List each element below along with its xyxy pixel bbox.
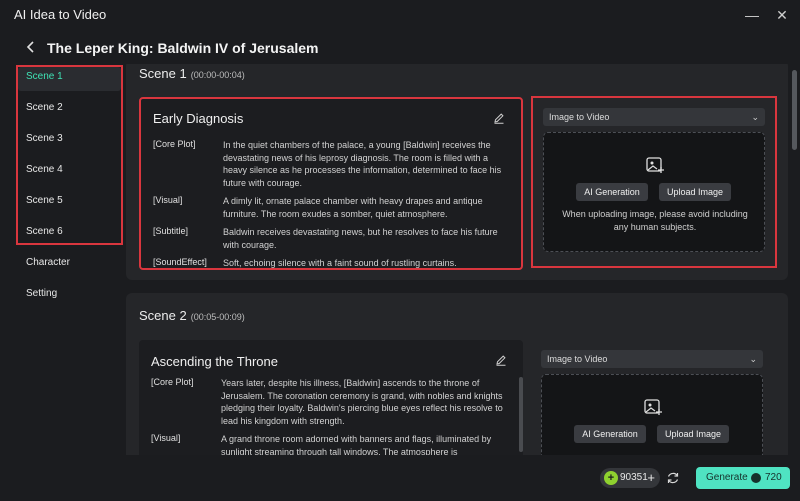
media-panel: Image to Video ⌄ AI Generation Upload Im… (531, 340, 777, 455)
ai-generation-button[interactable]: AI Generation (576, 183, 648, 201)
close-icon[interactable]: ✕ (772, 5, 792, 25)
upload-hint: When uploading image, please avoid inclu… (562, 209, 748, 232)
page-header: The Leper King: Baldwin IV of Jerusalem (0, 36, 800, 62)
row-label: [Visual] (151, 433, 181, 443)
footer-bar: + 90351 + Generate 720 (0, 455, 800, 501)
row-text[interactable]: A dimly lit, ornate palace chamber with … (223, 195, 513, 220)
scene-title: Scene 2 (139, 308, 187, 323)
story-box: Ascending the Throne [Core Plot] Years l… (139, 340, 523, 455)
media-panel: Image to Video ⌄ AI Generation Upload Im… (531, 96, 777, 268)
refresh-icon[interactable] (666, 471, 680, 485)
title-bar: AI Idea to Video — ✕ (0, 0, 800, 30)
minimize-icon[interactable]: — (742, 5, 762, 25)
add-credits-icon[interactable]: + (647, 468, 655, 488)
row-label: [Core Plot] (153, 139, 196, 149)
sidebar-item-character[interactable]: Character (26, 251, 70, 275)
row-label: [SoundEffect] (153, 257, 207, 267)
sidebar-item-scene-5[interactable]: Scene 5 (26, 189, 63, 213)
add-image-icon (644, 399, 662, 415)
story-title: Ascending the Throne (151, 354, 278, 369)
row-label: [Visual] (153, 195, 183, 205)
sidebar-item-scene-4[interactable]: Scene 4 (26, 158, 63, 182)
row-text[interactable]: A grand throne room adorned with banners… (221, 433, 511, 455)
chevron-down-icon: ⌄ (751, 112, 759, 122)
sidebar-item-scene-1[interactable]: Scene 1 (26, 65, 63, 89)
sidebar-item-scene-2[interactable]: Scene 2 (26, 96, 63, 120)
story-scrollbar[interactable] (519, 377, 523, 452)
image-drop-zone[interactable]: AI Generation Upload Image (541, 374, 763, 455)
sidebar-item-scene-3[interactable]: Scene 3 (26, 127, 63, 151)
upload-image-button[interactable]: Upload Image (657, 425, 729, 443)
row-text[interactable]: Soft, echoing silence with a faint sound… (223, 257, 513, 270)
scene-time: (00:00-00:04) (190, 70, 245, 80)
media-mode-value: Image to Video (547, 354, 608, 364)
credit-coin-icon: + (604, 471, 618, 485)
sidebar-item-scene-6[interactable]: Scene 6 (26, 220, 63, 244)
scene-card: Scene 2 (00:05-00:09) Ascending the Thron… (126, 293, 788, 455)
row-label: [Subtitle] (153, 226, 189, 236)
scene-heading: Scene 2 (00:05-00:09) (139, 308, 245, 323)
row-text[interactable]: Baldwin receives devastating news, but h… (223, 226, 513, 251)
scene-time: (00:05-00:09) (190, 312, 245, 322)
credits-badge[interactable]: + 90351 + (600, 468, 660, 488)
image-drop-zone[interactable]: AI Generation Upload Image When uploadin… (543, 132, 765, 252)
media-mode-select[interactable]: Image to Video ⌄ (541, 350, 763, 368)
row-label: [Core Plot] (151, 377, 194, 387)
ai-generation-button[interactable]: AI Generation (574, 425, 646, 443)
story-box: Early Diagnosis [Core Plot] In the quiet… (139, 97, 523, 270)
media-mode-select[interactable]: Image to Video ⌄ (543, 108, 765, 126)
chevron-down-icon: ⌄ (749, 354, 757, 364)
scene-card: Scene 1 (00:00-00:04) Early Diagnosis [Co… (126, 64, 788, 280)
app-title: AI Idea to Video (14, 7, 107, 22)
edit-icon[interactable] (495, 354, 507, 366)
credit-cost-icon (751, 473, 761, 483)
story-title: Early Diagnosis (153, 111, 244, 126)
credits-value: 90351 (620, 472, 648, 483)
sidebar-item-setting[interactable]: Setting (26, 282, 57, 306)
content-scrollbar[interactable] (792, 70, 797, 150)
media-mode-value: Image to Video (549, 112, 610, 122)
generate-label: Generate (706, 472, 748, 483)
scene-content[interactable]: Scene 1 (00:00-00:04) Early Diagnosis [Co… (126, 64, 790, 455)
edit-icon[interactable] (493, 112, 505, 124)
page-title: The Leper King: Baldwin IV of Jerusalem (47, 40, 319, 56)
add-image-icon (646, 157, 664, 173)
scene-title: Scene 1 (139, 66, 187, 81)
row-text[interactable]: In the quiet chambers of the palace, a y… (223, 139, 513, 189)
scene-list-highlight (16, 65, 123, 245)
scene-heading: Scene 1 (00:00-00:04) (139, 66, 245, 81)
upload-image-button[interactable]: Upload Image (659, 183, 731, 201)
row-text[interactable]: Years later, despite his illness, [Baldw… (221, 377, 511, 427)
generate-cost: 720 (765, 472, 782, 483)
generate-button[interactable]: Generate 720 (696, 467, 790, 489)
back-arrow-icon[interactable] (22, 38, 40, 56)
